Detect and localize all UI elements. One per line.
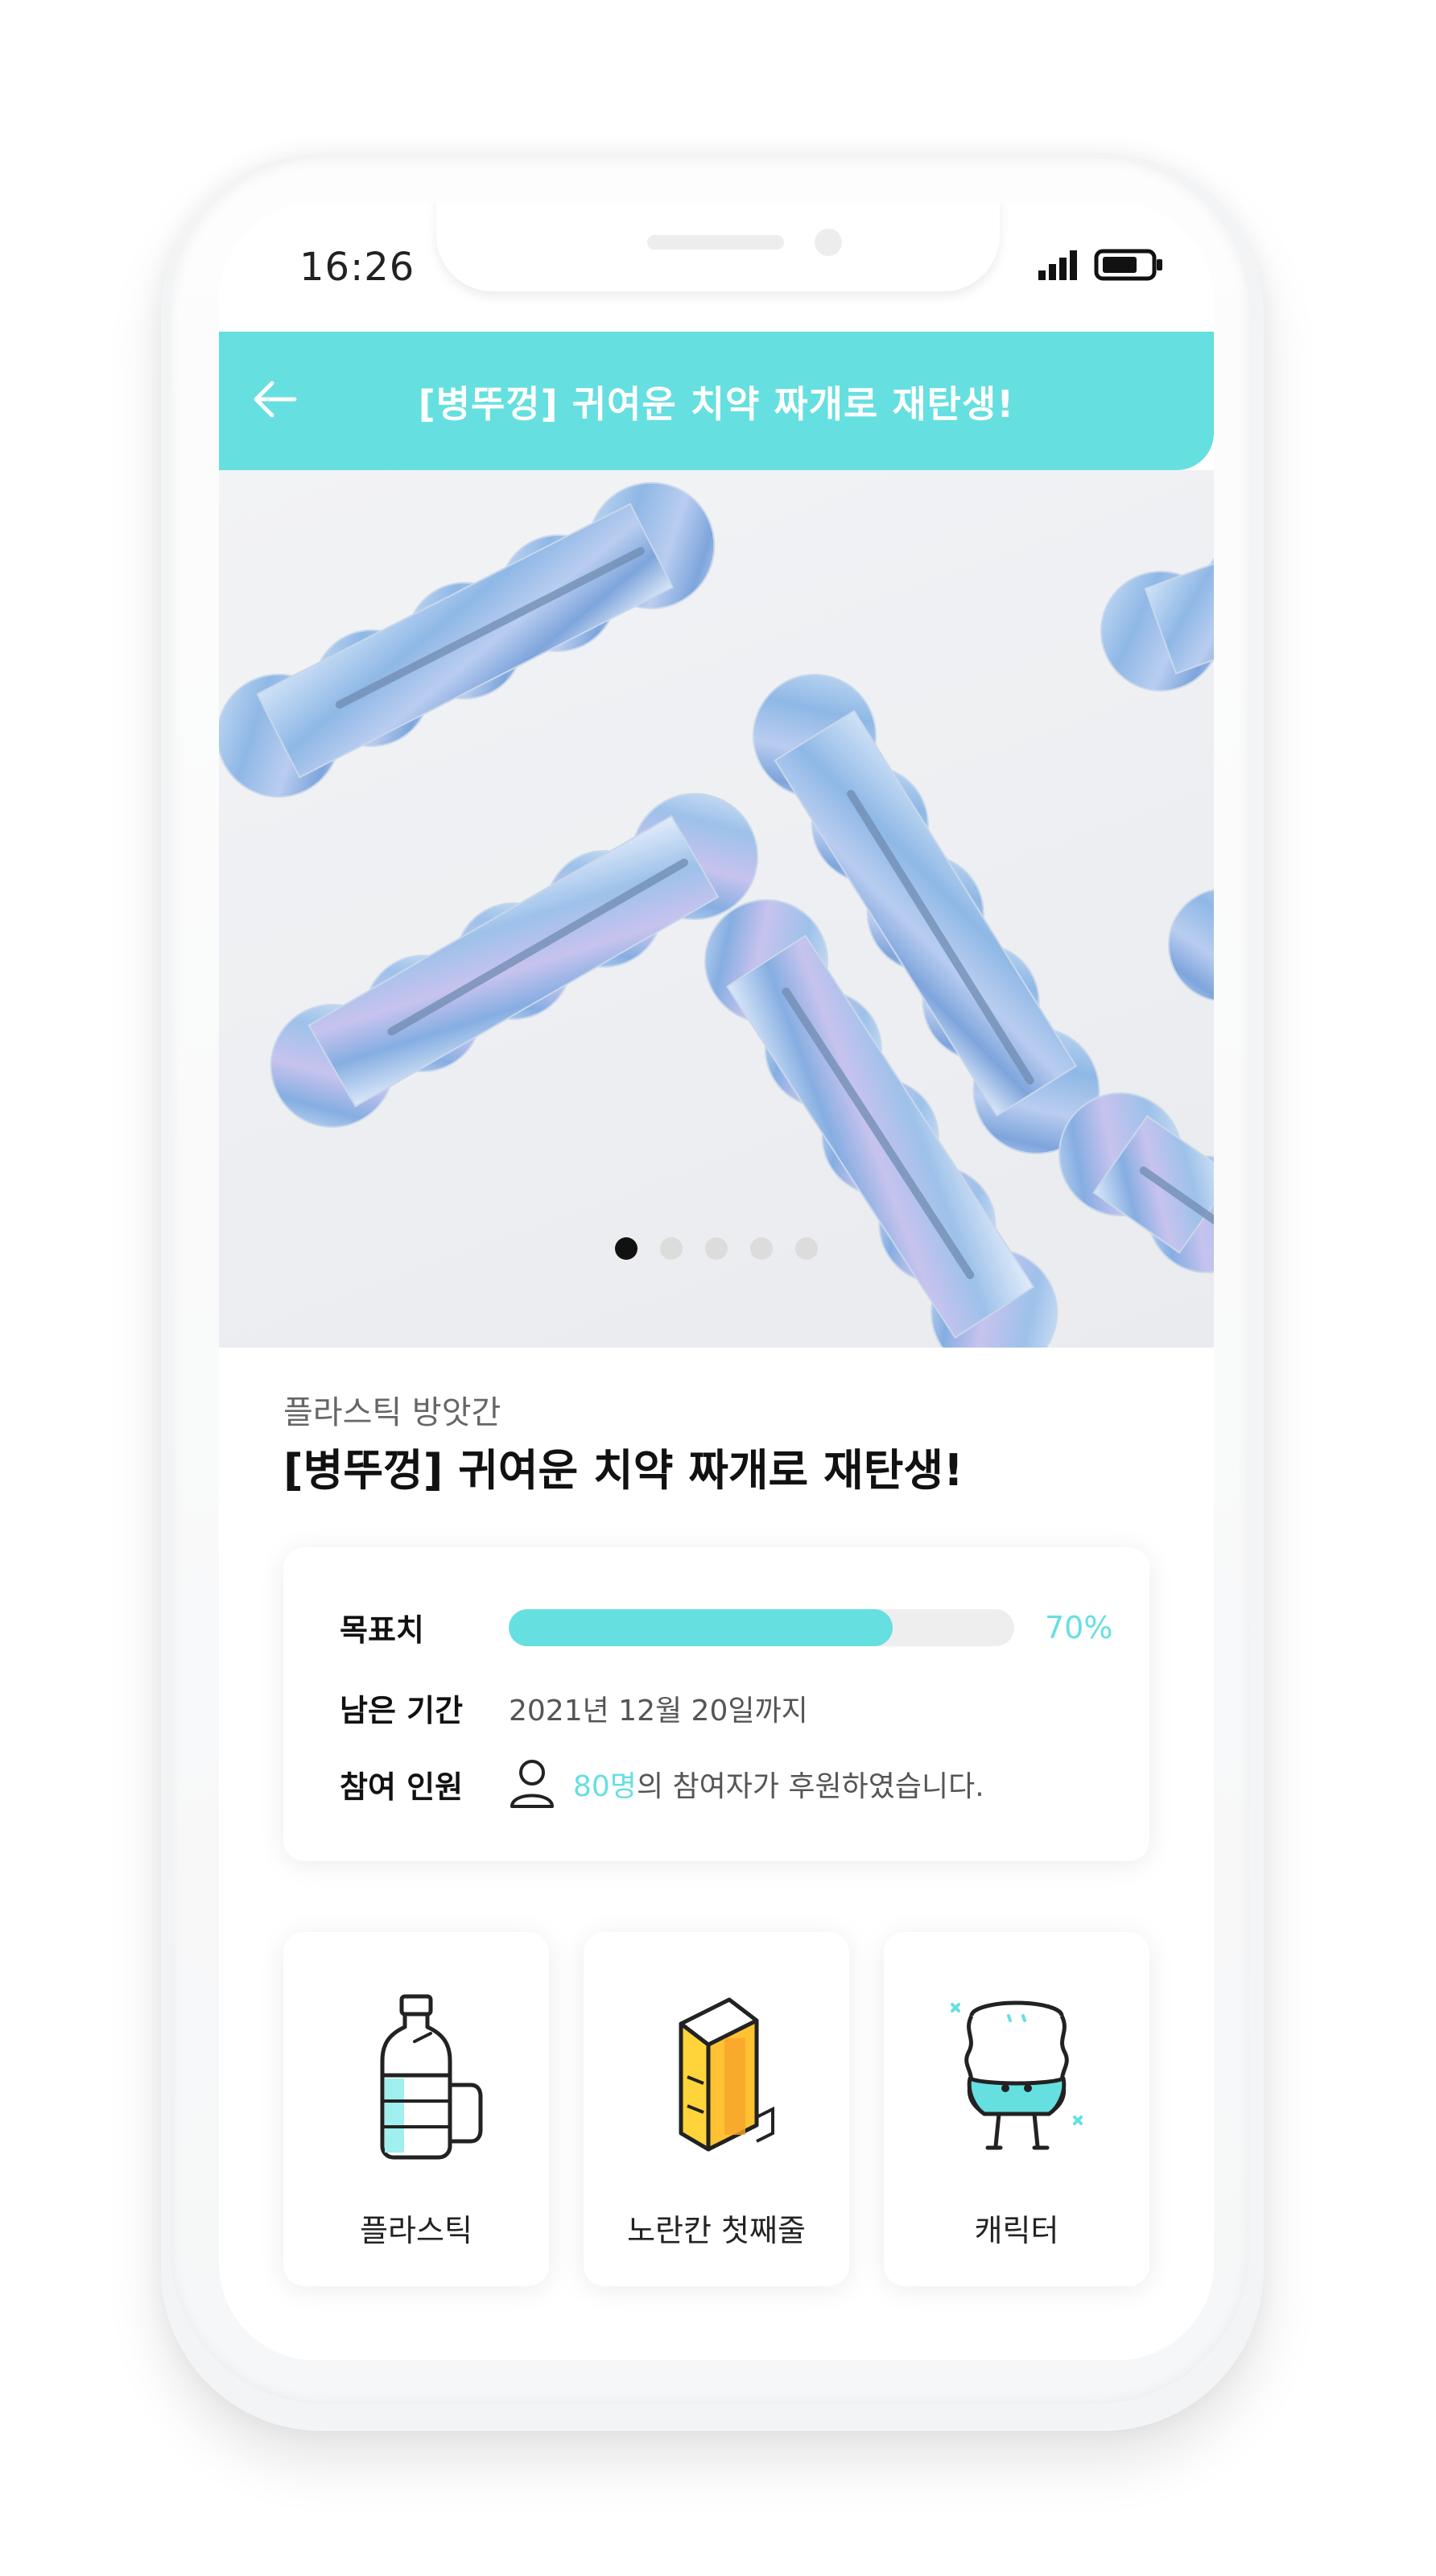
category-card-plastic[interactable]: 플라스틱	[283, 1932, 549, 2286]
front-camera	[815, 229, 842, 256]
participants-suffix: 의 참여자가 후원하였습니다.	[636, 1770, 984, 1803]
squeezer-item	[270, 793, 759, 1128]
app-header: [병뚜껑] 귀여운 치약 짜개로 재탄생!	[219, 332, 1214, 470]
character-icon	[951, 2000, 1083, 2150]
status-time: 16:26	[299, 245, 415, 290]
remaining-label: 남은 기간	[340, 1693, 464, 1728]
plastic-bottle-icon	[380, 1994, 483, 2160]
category-label: 캐릭터	[974, 2213, 1059, 2248]
carousel-dot[interactable]	[795, 1237, 818, 1260]
speaker-grill	[647, 235, 784, 250]
deadline-value: 2021년 12월 20일까지	[509, 1694, 808, 1728]
category-label: 플라스틱	[360, 2213, 472, 2248]
participants-row: 참여 인원 80명의 참여자가 후원하였습니다.	[340, 1758, 984, 1810]
product-title: [병뚜껑] 귀여운 치약 짜개로 재탄생!	[283, 1445, 964, 1496]
header-title: [병뚜껑] 귀여운 치약 짜개로 재탄생!	[418, 382, 1015, 426]
category-label: 노란칸 첫째줄	[627, 2213, 806, 2248]
goal-progress-percent: 70%	[1045, 1609, 1113, 1645]
carousel-dot[interactable]	[615, 1237, 638, 1260]
product-photo	[219, 481, 1214, 1348]
goal-progress-fill	[509, 1608, 893, 1646]
squeezer-item	[1168, 888, 1214, 1002]
status-icons	[1038, 246, 1167, 282]
participants-label: 참여 인원	[340, 1769, 464, 1805]
goal-row: 목표치 70%	[340, 1605, 1112, 1649]
phone-screen: 16:26 [병뚜껑] 귀여운 치약 짜개로 재탄생! 플라스틱 방앗간 [병뚜…	[219, 203, 1214, 2360]
participants-text: 80명의 참여자가 후원하였습니다.	[573, 1763, 984, 1805]
category-card-character[interactable]: 캐릭터	[884, 1932, 1149, 2286]
brand-name: 플라스틱 방앗간	[283, 1394, 501, 1431]
remaining-row: 남은 기간 2021년 12월 20일까지	[340, 1686, 808, 1730]
signal-bars-icon	[1038, 250, 1077, 280]
squeezer-item	[1100, 536, 1214, 691]
battery-icon	[1094, 249, 1162, 281]
goal-progress-bar	[509, 1608, 1014, 1646]
participants-count: 80명	[573, 1770, 637, 1803]
phone-notch	[436, 203, 1000, 291]
product-image[interactable]	[219, 470, 1214, 1348]
carousel-dot[interactable]	[660, 1237, 683, 1260]
category-card-yellow-box[interactable]: 노란칸 첫째줄	[584, 1932, 849, 2286]
carousel-dot[interactable]	[705, 1237, 728, 1260]
yellow-box-icon	[679, 1997, 774, 2152]
squeezer-item	[219, 481, 716, 798]
carousel-dot[interactable]	[750, 1237, 773, 1260]
status-bar: 16:26	[219, 203, 1214, 332]
person-icon	[510, 1760, 554, 1808]
funding-info-card: 목표치 70% 남은 기간 2021년 12월 20일까지 참여 인원 80명의…	[283, 1547, 1149, 1861]
goal-label: 목표치	[340, 1612, 424, 1648]
carousel-indicator	[219, 1237, 1214, 1263]
